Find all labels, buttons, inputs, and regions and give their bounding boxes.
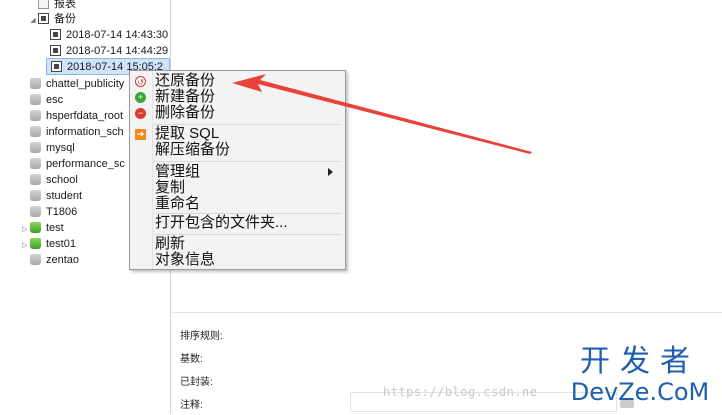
delete-icon: − [135, 108, 146, 119]
tree-item-database[interactable]: school [30, 172, 78, 188]
brand-cn: 开发者 [580, 344, 700, 379]
extract-arrow-icon: ➜ [135, 129, 146, 140]
backup-file-icon [50, 29, 61, 40]
tree-item-database[interactable]: hsperfdata_root [30, 108, 123, 124]
tree-item-database[interactable]: chattel_publicity [30, 76, 124, 92]
tree-item-database[interactable]: esc [30, 92, 63, 108]
tree-item-backup-group[interactable]: ◢ 备份 [28, 11, 76, 27]
context-menu: ↺ 还原备份 + 新建备份 − 删除备份 ➜ 提取 SQL 解压缩备份 管理组 … [129, 70, 346, 270]
submenu-arrow-icon [328, 168, 333, 176]
tree-item-backup-2[interactable]: 2018-07-14 14:44:29 [50, 43, 170, 59]
add-icon: + [135, 92, 146, 103]
menu-item-open-folder[interactable]: 打开包含的文件夹... [155, 215, 341, 232]
backup-file-icon [51, 61, 62, 72]
prop-sealed: 已封装: [180, 377, 213, 388]
database-icon [30, 222, 41, 233]
watermark-url: https://blog.csdn.ne [383, 385, 538, 399]
restore-icon: ↺ [135, 76, 146, 87]
expand-arrow-icon[interactable]: ◢ [28, 13, 38, 27]
tree-item-database[interactable]: information_sch [30, 124, 124, 140]
database-icon [30, 206, 41, 217]
database-icon [30, 174, 41, 185]
expand-arrow-icon[interactable]: ▷ [20, 222, 30, 236]
menu-item-decompress-backup[interactable]: 解压缩备份 [155, 142, 341, 159]
backup-file-icon [50, 45, 61, 56]
tree-item-database[interactable]: ▷ test [20, 220, 64, 236]
database-icon [30, 158, 41, 169]
tree-item-database[interactable]: mysql [30, 140, 75, 156]
report-icon [38, 0, 49, 9]
menu-item-object-info[interactable]: 对象信息 [155, 252, 341, 269]
tree-item-database[interactable]: T1806 [30, 204, 77, 220]
database-icon [30, 94, 41, 105]
database-icon [30, 110, 41, 121]
database-icon [30, 78, 41, 89]
tree-item-database[interactable]: ▷ test01 [20, 236, 76, 252]
tree-item-database[interactable]: performance_sc [30, 156, 125, 172]
menu-item-delete-backup[interactable]: − 删除备份 [135, 105, 341, 122]
expand-arrow-icon[interactable]: ▷ [20, 238, 30, 252]
database-icon [30, 126, 41, 137]
database-icon [30, 190, 41, 201]
tree-item-database[interactable]: zentao [30, 252, 79, 268]
menu-separator [154, 161, 341, 162]
database-icon [30, 238, 41, 249]
prop-base: 基数: [180, 354, 203, 365]
watermark-brand: 开发者 DevZe.CoM [565, 344, 715, 406]
tree-item-backup-1[interactable]: 2018-07-14 14:43:30 [50, 27, 170, 43]
prop-sort-rule: 排序规则: [180, 331, 223, 342]
database-icon [30, 142, 41, 153]
menu-item-rename[interactable]: 重命名 [155, 196, 341, 213]
database-icon [30, 254, 41, 265]
prop-comment: 注释: [180, 400, 203, 411]
tree-item-database[interactable]: student [30, 188, 82, 204]
brand-en: DevZe.CoM [570, 378, 710, 406]
backup-folder-icon [38, 13, 49, 24]
